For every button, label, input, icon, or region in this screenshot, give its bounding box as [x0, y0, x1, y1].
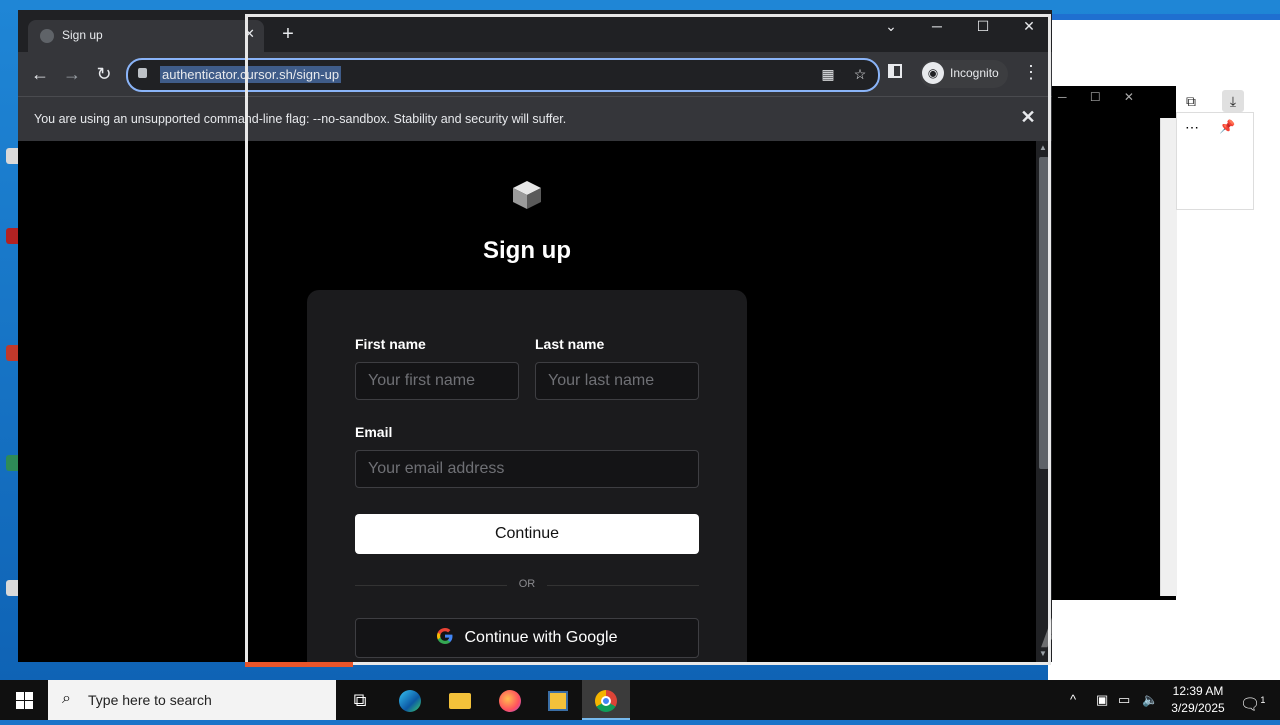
email-input[interactable]: Your email address [355, 450, 699, 488]
infobar-close-icon[interactable]: ✕ [1018, 107, 1038, 128]
infobar-message: You are using an unsupported command-lin… [34, 112, 567, 126]
qr-icon[interactable]: ▦ [818, 66, 838, 83]
tab-close-icon[interactable]: ✕ [244, 26, 255, 42]
more-icon[interactable]: ⋯ [1185, 119, 1199, 136]
star-icon[interactable]: ☆ [850, 66, 870, 83]
chrome-icon[interactable] [582, 680, 630, 720]
toolbar: ← → ↻ authenticator.cursor.sh/sign-up ▦ … [18, 52, 1052, 96]
notification-icon[interactable]: 🗨1 [1240, 680, 1265, 720]
reload-icon[interactable]: ↻ [92, 63, 116, 87]
warning-infobar: You are using an unsupported command-lin… [18, 96, 1052, 141]
browser-window: Sign up ✕ + ⌄ ─ ☐ ✕ ← → ↻ authenticator.… [18, 10, 1052, 662]
background-window-content [1052, 86, 1176, 600]
new-tab-button[interactable]: + [276, 22, 300, 46]
close-window-button[interactable]: ✕ [1014, 14, 1044, 38]
page-title: Sign up [483, 237, 571, 264]
network-icon[interactable]: ▭ [1118, 680, 1130, 720]
date: 3/29/2025 [1171, 701, 1225, 715]
background-window: ─ ☐ ✕ ⧉ ⤓ ⋯ 📌 [1048, 14, 1280, 680]
incognito-icon: ◉ [922, 62, 944, 84]
menu-icon[interactable]: ⋮ [1022, 62, 1040, 83]
lock-icon[interactable] [138, 68, 147, 78]
meet-icon[interactable]: ▣ [1096, 680, 1108, 720]
chevron-up-icon[interactable]: ^ [1070, 680, 1076, 720]
background-window-controls: ─ ☐ ✕ [1058, 90, 1134, 104]
download-icon[interactable]: ⤓ [1222, 90, 1244, 112]
app-icon[interactable] [534, 680, 582, 720]
last-name-label: Last name [535, 336, 605, 352]
back-icon[interactable]: ← [28, 63, 52, 87]
email-label: Email [355, 424, 393, 440]
divider-right [547, 585, 699, 586]
title-bar: Sign up ✕ + ⌄ ─ ☐ ✕ [18, 10, 1052, 52]
tab-title: Sign up [62, 28, 103, 42]
tab-search-icon[interactable]: ⌄ [876, 14, 906, 38]
google-button-label: Continue with Google [464, 629, 618, 646]
minimize-button[interactable]: ─ [922, 14, 952, 38]
search-placeholder: Type here to search [88, 692, 212, 708]
firefox-icon[interactable] [486, 680, 534, 720]
or-separator: OR [518, 578, 536, 590]
incognito-badge[interactable]: ◉ Incognito [920, 60, 1008, 88]
maximize-button[interactable]: ☐ [968, 14, 998, 38]
background-menu: ⋯ 📌 [1176, 112, 1254, 210]
last-name-input[interactable]: Your last name [535, 362, 699, 400]
file-explorer-icon[interactable] [436, 680, 484, 720]
progress-strip [245, 662, 353, 667]
first-name-input[interactable]: Your first name [355, 362, 519, 400]
scroll-thumb[interactable] [1039, 157, 1049, 469]
incognito-label: Incognito [950, 66, 999, 80]
watermark: ANY RUN [1040, 608, 1247, 657]
cube-logo-icon [513, 181, 541, 209]
notification-count: 1 [1260, 695, 1266, 705]
scroll-up-icon[interactable]: ▲ [1039, 143, 1047, 152]
tab-sign-up[interactable]: Sign up ✕ [28, 20, 264, 52]
signup-card: First name Your first name Last name You… [307, 290, 747, 662]
side-panel-icon[interactable] [888, 64, 902, 78]
taskbar-search[interactable]: ⌕ Type here to search [48, 680, 336, 720]
task-view-icon[interactable]: ⧉ [336, 680, 384, 720]
background-window-scrollbar[interactable] [1160, 118, 1177, 596]
search-icon: ⌕ [62, 690, 71, 707]
google-signin-button[interactable]: Continue with Google [355, 618, 699, 658]
forward-icon[interactable]: → [60, 63, 84, 87]
url-text[interactable]: authenticator.cursor.sh/sign-up [160, 66, 342, 83]
google-icon [436, 628, 452, 644]
volume-icon[interactable]: 🔈 [1142, 680, 1158, 720]
address-bar[interactable]: authenticator.cursor.sh/sign-up ▦ ☆ [126, 58, 880, 92]
page-viewport: Sign up First name Your first name Last … [18, 141, 1052, 662]
divider-left [355, 585, 507, 586]
page-scrollbar[interactable]: ▲ ▼ [1036, 141, 1052, 662]
pin-icon[interactable]: 📌 [1219, 119, 1235, 135]
taskbar: ⌕ Type here to search ⧉ ^ ▣ ▭ 🔈 12:39 AM… [0, 680, 1280, 720]
windows-start-icon[interactable] [0, 680, 48, 720]
edge-icon[interactable] [386, 680, 434, 720]
globe-icon [40, 29, 54, 43]
first-name-label: First name [355, 336, 426, 352]
collections-icon[interactable]: ⧉ [1180, 90, 1202, 112]
continue-button[interactable]: Continue [355, 514, 699, 554]
clock[interactable]: 12:39 AM 3/29/2025 [1160, 683, 1236, 717]
time: 12:39 AM [1172, 684, 1224, 698]
